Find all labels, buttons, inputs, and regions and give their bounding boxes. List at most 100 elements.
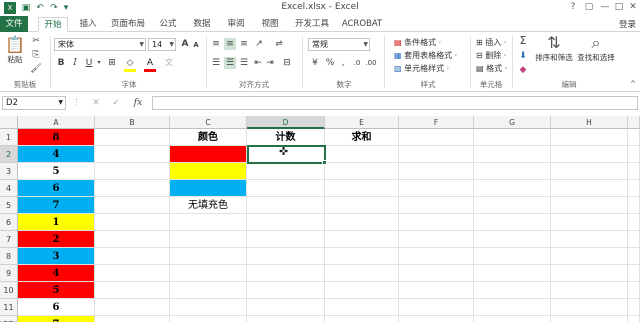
empty-cell[interactable] [247,248,325,265]
cell-a12[interactable]: 7 [18,316,95,322]
cell-a5[interactable]: 7 [18,197,95,214]
empty-cell[interactable] [95,180,170,197]
orientation-icon[interactable]: ↗ [252,38,266,50]
empty-cell[interactable] [399,265,474,282]
empty-cell[interactable] [628,231,640,248]
empty-cell[interactable] [399,163,474,180]
font-size-select[interactable]: 14 ▼ [148,38,176,51]
empty-cell[interactable] [628,129,640,146]
decrease-indent-icon[interactable]: ⇤ [252,57,264,69]
empty-cell[interactable] [95,214,170,231]
tab-acrobat[interactable]: ACROBAT [340,17,384,32]
empty-cell[interactable] [628,248,640,265]
sort-filter-button[interactable]: ⇅ 排序和筛选 [534,34,574,63]
empty-cell[interactable] [170,231,247,248]
formula-input[interactable] [152,96,638,110]
empty-cell[interactable] [551,214,628,231]
cell-a7[interactable]: 2 [18,231,95,248]
empty-cell[interactable] [474,299,551,316]
increase-decimal-icon[interactable]: .0 [350,57,364,69]
format-cells-button[interactable]: ▤ 格式 · [476,63,507,74]
tab-view[interactable]: 视图 [256,17,284,32]
row-header-12[interactable]: 12 [0,316,18,322]
phonetic-icon[interactable]: 文 [164,57,174,69]
confirm-icon[interactable]: ✓ [110,97,122,109]
empty-cell[interactable] [170,248,247,265]
align-bottom-icon[interactable]: ≡ [238,38,250,50]
decrease-font-icon[interactable]: A [191,39,201,51]
empty-cell[interactable] [325,316,399,322]
row-header-2[interactable]: 2 [0,146,18,163]
align-center-icon[interactable]: ☰ [224,57,236,69]
row-header-8[interactable]: 8 [0,248,18,265]
empty-cell[interactable] [551,146,628,163]
empty-cell[interactable] [95,146,170,163]
column-header-i[interactable] [628,116,640,129]
percent-icon[interactable]: % [324,57,336,69]
cut-icon[interactable]: ✂ [30,35,42,47]
row-header-4[interactable]: 4 [0,180,18,197]
cell-a2[interactable]: 4 [18,146,95,163]
find-select-button[interactable]: ⌕ 查找和选择 [576,34,616,63]
empty-cell[interactable] [247,214,325,231]
italic-button[interactable]: I [70,57,80,69]
empty-cell[interactable] [551,197,628,214]
row-header-11[interactable]: 11 [0,299,18,316]
insert-function-icon[interactable]: fx [130,97,146,109]
format-painter-icon[interactable]: 🖌 [30,63,42,75]
conditional-formatting-button[interactable]: ▤ 条件格式 · [394,37,441,48]
empty-cell[interactable] [474,163,551,180]
insert-cells-button[interactable]: ⊞ 插入 · [476,37,506,48]
empty-cell[interactable] [95,129,170,146]
cell-a3[interactable]: 5 [18,163,95,180]
comma-icon[interactable]: , [338,57,348,69]
empty-cell[interactable] [325,248,399,265]
empty-cell[interactable] [474,265,551,282]
empty-cell[interactable] [551,282,628,299]
cell-a9[interactable]: 4 [18,265,95,282]
empty-cell[interactable] [325,265,399,282]
empty-cell[interactable] [247,197,325,214]
autosum-icon[interactable]: Σ [516,35,530,47]
delete-cells-button[interactable]: ⊟ 删除 · [476,50,506,61]
empty-cell[interactable] [399,316,474,322]
empty-cell[interactable] [247,163,325,180]
cell-a8[interactable]: 3 [18,248,95,265]
empty-cell[interactable] [474,146,551,163]
empty-cell[interactable] [628,214,640,231]
empty-cell[interactable] [399,180,474,197]
empty-cell[interactable] [628,265,640,282]
tab-data[interactable]: 数据 [188,17,216,32]
empty-cell[interactable] [170,214,247,231]
empty-cell[interactable] [474,282,551,299]
empty-cell[interactable] [325,231,399,248]
wrap-text-icon[interactable]: ⇌ [272,38,286,50]
paste-button[interactable]: 📋 粘贴 [4,36,26,65]
empty-cell[interactable] [170,316,247,322]
empty-cell[interactable] [325,163,399,180]
cell-c1[interactable]: 颜色 [170,129,247,146]
cell-a4[interactable]: 6 [18,180,95,197]
empty-cell[interactable] [247,180,325,197]
help-button[interactable]: ? [566,1,580,14]
empty-cell[interactable] [399,231,474,248]
format-as-table-button[interactable]: ▦ 套用表格格式 · [394,50,457,61]
empty-cell[interactable] [247,265,325,282]
fill-handle[interactable] [322,160,327,165]
align-middle-icon[interactable]: ≡ [224,38,236,50]
cell-a10[interactable]: 5 [18,282,95,299]
font-color-icon[interactable]: A [144,57,156,69]
row-header-9[interactable]: 9 [0,265,18,282]
empty-cell[interactable] [628,316,640,322]
tab-developer[interactable]: 开发工具 [290,17,334,32]
empty-cell[interactable] [474,180,551,197]
currency-icon[interactable]: ¥ [308,57,322,69]
empty-cell[interactable] [474,231,551,248]
empty-cell[interactable] [399,197,474,214]
worksheet-grid[interactable]: A B C D E F G H 1 2 3 4 5 6 7 8 9 10 11 … [0,116,640,322]
empty-cell[interactable] [474,248,551,265]
clear-icon[interactable]: ◆ [516,64,530,76]
empty-cell[interactable] [325,282,399,299]
column-header-b[interactable]: B [95,116,170,129]
minimize-button[interactable]: — [598,1,612,14]
